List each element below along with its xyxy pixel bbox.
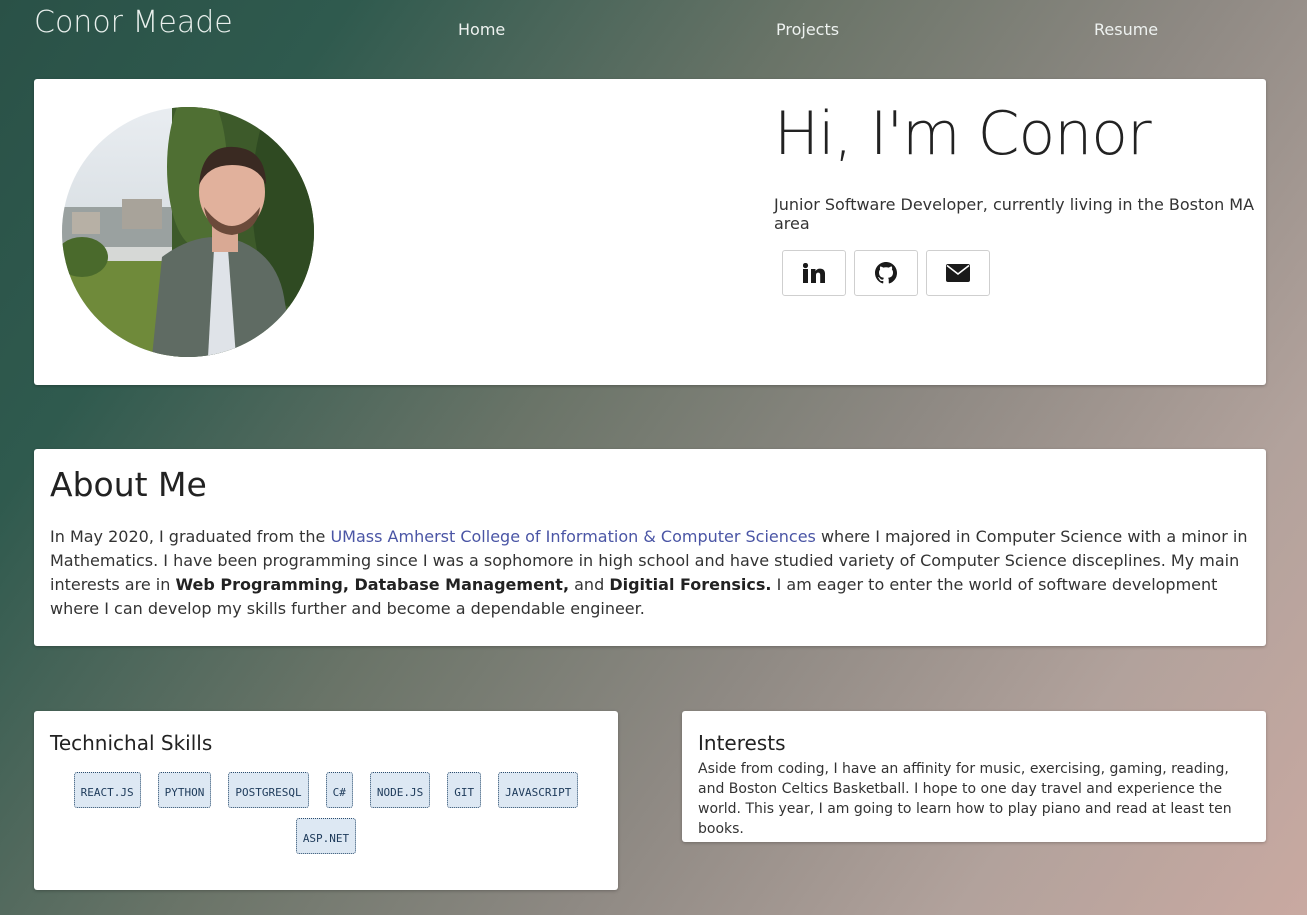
about-card: About Me In May 2020, I graduated from t… (34, 449, 1266, 646)
github-button[interactable] (854, 250, 918, 296)
github-icon (875, 262, 897, 284)
email-button[interactable] (926, 250, 990, 296)
about-text-part1: In May 2020, I graduated from the (50, 527, 331, 546)
hero-subtitle: Junior Software Developer, currently liv… (774, 195, 1255, 233)
skill-chip: REACT.JS (73, 772, 141, 808)
linkedin-button[interactable] (782, 250, 846, 296)
skill-chip: NODE.JS (369, 772, 431, 808)
skills-chip-list: REACT.JS PYTHON POSTGRESQL C# NODE.JS GI… (50, 772, 602, 854)
skill-chip: C# (325, 772, 353, 808)
about-interest-bold: Web Programming, Database Management, (175, 575, 570, 594)
interests-card: Interests Aside from coding, I have an a… (682, 711, 1266, 842)
skill-chip: ASP.NET (295, 818, 357, 854)
hero-title: Hi, I'm Conor (774, 99, 1152, 169)
interests-title: Interests (698, 731, 786, 755)
umass-link[interactable]: UMass Amherst College of Information & C… (330, 527, 815, 546)
skills-title: Technichal Skills (50, 731, 213, 755)
interests-text: Aside from coding, I have an affinity fo… (698, 761, 1232, 837)
about-text-part3: and (569, 575, 610, 594)
skill-chip: JAVASCRIPT (498, 772, 579, 808)
about-forensics-bold: Digitial Forensics. (609, 575, 772, 594)
skill-chip: GIT (447, 772, 482, 808)
skill-chip: PYTHON (157, 772, 212, 808)
profile-photo (62, 107, 314, 357)
about-title: About Me (50, 465, 207, 504)
nav-resume-link[interactable]: Resume (1094, 20, 1158, 39)
hero-card: Hi, I'm Conor Junior Software Developer,… (34, 79, 1266, 385)
site-brand[interactable]: Conor Meade (34, 5, 233, 40)
skills-card: Technichal Skills REACT.JS PYTHON POSTGR… (34, 711, 618, 890)
about-text: In May 2020, I graduated from the UMass … (50, 525, 1248, 621)
linkedin-icon (803, 263, 825, 283)
nav-projects-link[interactable]: Projects (776, 20, 839, 39)
envelope-icon (946, 264, 970, 282)
nav-home-link[interactable]: Home (458, 20, 505, 39)
skill-chip: POSTGRESQL (228, 772, 309, 808)
